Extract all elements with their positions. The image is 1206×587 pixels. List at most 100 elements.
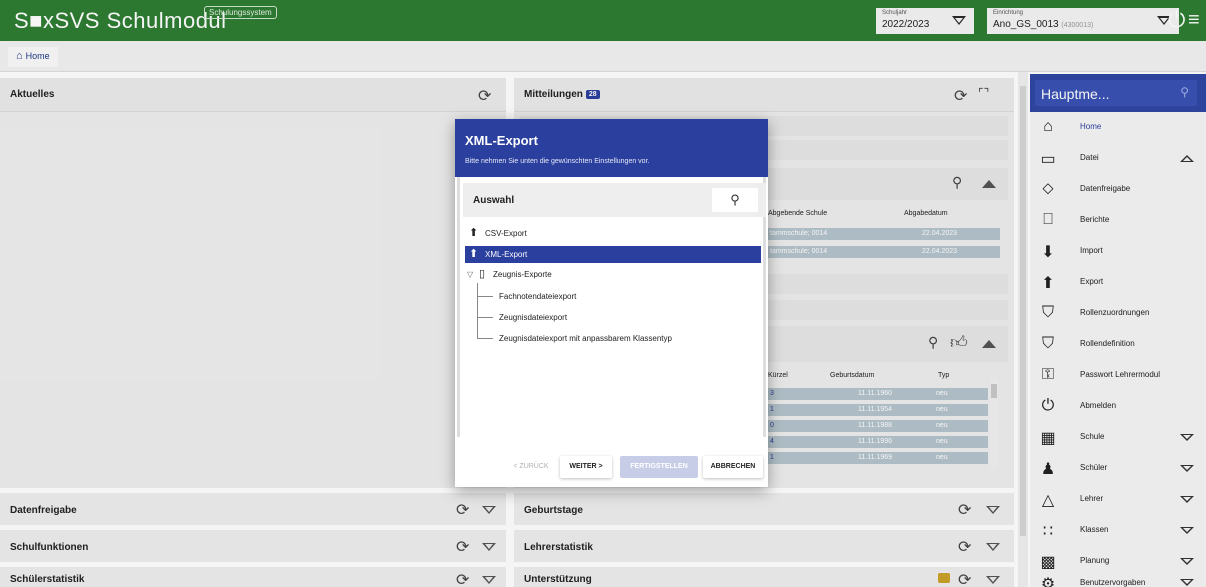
sidebar-item-lehrer[interactable]: △ Lehrer xyxy=(1030,484,1206,515)
table-cell: 11.11.1996 xyxy=(858,438,892,445)
sidebar-item-klassen[interactable]: ∷ Klassen xyxy=(1030,515,1206,546)
collapse-icon[interactable]: ⌜⌝ xyxy=(978,86,989,100)
folder-icon: ▭ xyxy=(1040,151,1056,168)
folder-icon[interactable] xyxy=(938,573,950,583)
dialog-subtitle: Bitte nehmen Sie unten die gewünschten E… xyxy=(465,158,650,165)
sidebar-item-import[interactable]: ⬇ Import xyxy=(1030,236,1206,267)
chevron-down-icon[interactable] xyxy=(1180,434,1194,441)
panel-datenfreigabe[interactable]: Datenfreigabe ⟳ xyxy=(0,493,506,525)
table-row[interactable]: 3 11.11.1960 neu xyxy=(768,388,988,400)
sidebar-item-rollenzuordnungen[interactable]: ⛉ Rollenzuordnungen xyxy=(1030,298,1206,329)
refresh-icon[interactable]: ⟳ xyxy=(456,570,469,587)
tree-item-zeugnis-exporte[interactable]: ▽ ▯ Zeugnis-Exporte xyxy=(465,266,761,283)
page-scrollbar[interactable] xyxy=(1018,72,1028,587)
expand-toggle-icon[interactable]: ▽ xyxy=(467,270,473,279)
table-cell[interactable]: 1 xyxy=(770,406,774,413)
chevron-down-icon[interactable] xyxy=(1180,579,1194,586)
tree-item-xml-export[interactable]: ⬆ XML-Export xyxy=(465,246,761,263)
sidebar-item-benutzervorgaben[interactable]: ⚙ Benutzervorgaben xyxy=(1030,574,1206,587)
scrollbar-thumb[interactable] xyxy=(991,384,997,398)
main-menu-sidebar: Hauptme... ⚲ ⌂ Home ▭ Datei ⬦ Datenfreig… xyxy=(1030,74,1206,587)
sidebar-item-schueler[interactable]: ♟ Schüler xyxy=(1030,453,1206,484)
chevron-down-icon[interactable] xyxy=(482,543,496,551)
table-cell[interactable]: 4 xyxy=(770,438,774,445)
panel-title: Datenfreigabe xyxy=(10,505,77,516)
table-cell: 11.11.1960 xyxy=(858,390,892,397)
sidebar-item-berichte[interactable]: ⎕ Berichte xyxy=(1030,205,1206,236)
sidebar-item-schule[interactable]: ▦ Schule xyxy=(1030,422,1206,453)
search-icon[interactable]: ⚲ xyxy=(712,188,758,212)
chevron-down-icon[interactable] xyxy=(986,576,1000,584)
key-icon: ⚿ xyxy=(1041,366,1055,383)
refresh-icon[interactable]: ⟳ xyxy=(958,500,971,520)
chevron-down-icon[interactable] xyxy=(986,506,1000,514)
sidebar-item-datei[interactable]: ▭ Datei xyxy=(1030,143,1206,174)
chevron-down-icon[interactable] xyxy=(986,543,1000,551)
panel-lehrerstatistik[interactable]: Lehrerstatistik ⟳ xyxy=(514,530,1014,562)
chevron-down-icon[interactable] xyxy=(1180,527,1194,534)
column-header: Abgebende Schule xyxy=(768,210,828,217)
sidebar-item-datenfreigabe[interactable]: ⬦ Datenfreigabe xyxy=(1030,174,1206,205)
tree-item-zeugnisdateiexport[interactable]: Zeugnisdateiexport xyxy=(465,309,761,326)
search-icon[interactable]: ⚲ xyxy=(952,174,962,191)
sidebar-item-home[interactable]: ⌂ Home xyxy=(1030,112,1206,143)
search-icon[interactable]: ⚲ xyxy=(1180,85,1189,99)
table-cell[interactable]: 1 xyxy=(770,454,774,461)
refresh-icon[interactable]: ⟳ xyxy=(456,500,469,520)
table-row[interactable]: 4 11.11.1996 neu xyxy=(768,436,988,448)
menu-search-input[interactable]: Hauptme... ⚲ xyxy=(1035,80,1197,106)
schuljahr-select[interactable]: Schuljahr 2022/2023 xyxy=(876,8,974,34)
sidebar-item-planung[interactable]: ▩ Planung xyxy=(1030,546,1206,577)
menu-icon[interactable]: ≡ xyxy=(1188,9,1200,31)
back-button[interactable]: < ZURÜCK xyxy=(507,456,555,478)
thumbs-up-icon[interactable]: 👍︎ xyxy=(950,332,968,353)
einrichtung-select[interactable]: Einrichtung Ano_GS_0013 (4300013) xyxy=(987,8,1179,34)
panel-schulfunktionen[interactable]: Schulfunktionen ⟳ xyxy=(0,530,506,562)
scrollbar-thumb[interactable] xyxy=(1020,86,1026,536)
refresh-icon[interactable]: ⟳ xyxy=(954,86,967,106)
next-button[interactable]: WEITER > xyxy=(560,456,612,478)
refresh-icon[interactable]: ⟳ xyxy=(456,537,469,557)
panel-aktuelles: Aktuelles ⟳ xyxy=(0,78,506,488)
chevron-up-icon[interactable] xyxy=(1180,155,1194,162)
refresh-icon[interactable]: ⟳ xyxy=(958,537,971,557)
home-icon: ⌂ xyxy=(1043,118,1053,135)
search-icon[interactable]: ⚲ xyxy=(928,334,938,351)
finish-button[interactable]: FERTIGSTELLEN xyxy=(620,456,698,478)
tree-item-fachnotendateiexport[interactable]: Fachnotendateiexport xyxy=(465,288,761,305)
chevron-down-icon[interactable] xyxy=(1180,465,1194,472)
sidebar-item-rollendefinition[interactable]: ⛉ Rollendefinition xyxy=(1030,329,1206,360)
tree-item-zeugnisdateiexport-klassentyp[interactable]: Zeugnisdateiexport mit anpassbarem Klass… xyxy=(465,330,761,347)
selection-label: Auswahl xyxy=(473,195,515,206)
sidebar-item-passwort-lehrermodul[interactable]: ⚿ Passwort Lehrermodul xyxy=(1030,360,1206,391)
table-row[interactable]: 1 11.11.1954 neu xyxy=(768,404,988,416)
panel-unterstuetzung[interactable]: Unterstützung ⟳ xyxy=(514,567,1014,587)
table-row[interactable]: 1 11.11.1969 neu xyxy=(768,452,988,464)
table-scrollbar[interactable] xyxy=(990,378,998,468)
panel-geburtstage[interactable]: Geburtstage ⟳ xyxy=(514,493,1014,525)
chevron-up-icon[interactable] xyxy=(982,180,996,188)
refresh-icon[interactable]: ⟳ xyxy=(478,86,491,106)
refresh-icon[interactable]: ⟳ xyxy=(958,570,971,587)
teacher-icon: △ xyxy=(1041,492,1055,509)
tree-item-csv-export[interactable]: ⬆ CSV-Export xyxy=(465,225,761,242)
panel-schuelerstatistik[interactable]: Schülerstatistik ⟳ xyxy=(0,567,506,587)
sidebar-item-label: Lehrer xyxy=(1080,494,1104,503)
chevron-down-icon[interactable] xyxy=(1180,496,1194,503)
sidebar-item-abmelden[interactable]: ⏻ Abmelden xyxy=(1030,391,1206,422)
breadcrumb-home[interactable]: ⌂ Home xyxy=(8,47,58,67)
sidebar-item-export[interactable]: ⬆ Export xyxy=(1030,267,1206,298)
tree-item-label: XML-Export xyxy=(485,250,528,259)
table-cell[interactable]: 3 xyxy=(770,390,774,397)
table-row[interactable]: tammschule; 0014 22.04.2023 xyxy=(768,228,1000,240)
table-row[interactable]: 0 11.11.1988 neu xyxy=(768,420,988,432)
table-cell[interactable]: 0 xyxy=(770,422,774,429)
table-row[interactable]: tammschule; 0014 22.04.2023 xyxy=(768,246,1000,258)
chevron-down-icon[interactable] xyxy=(482,576,496,584)
power-icon[interactable]: ⏻ xyxy=(1168,9,1185,31)
export-icon: ⬆ xyxy=(469,227,479,239)
chevron-up-icon[interactable] xyxy=(982,340,996,348)
chevron-down-icon[interactable] xyxy=(1180,558,1194,565)
cancel-button[interactable]: ABBRECHEN xyxy=(703,456,763,478)
chevron-down-icon[interactable] xyxy=(482,506,496,514)
